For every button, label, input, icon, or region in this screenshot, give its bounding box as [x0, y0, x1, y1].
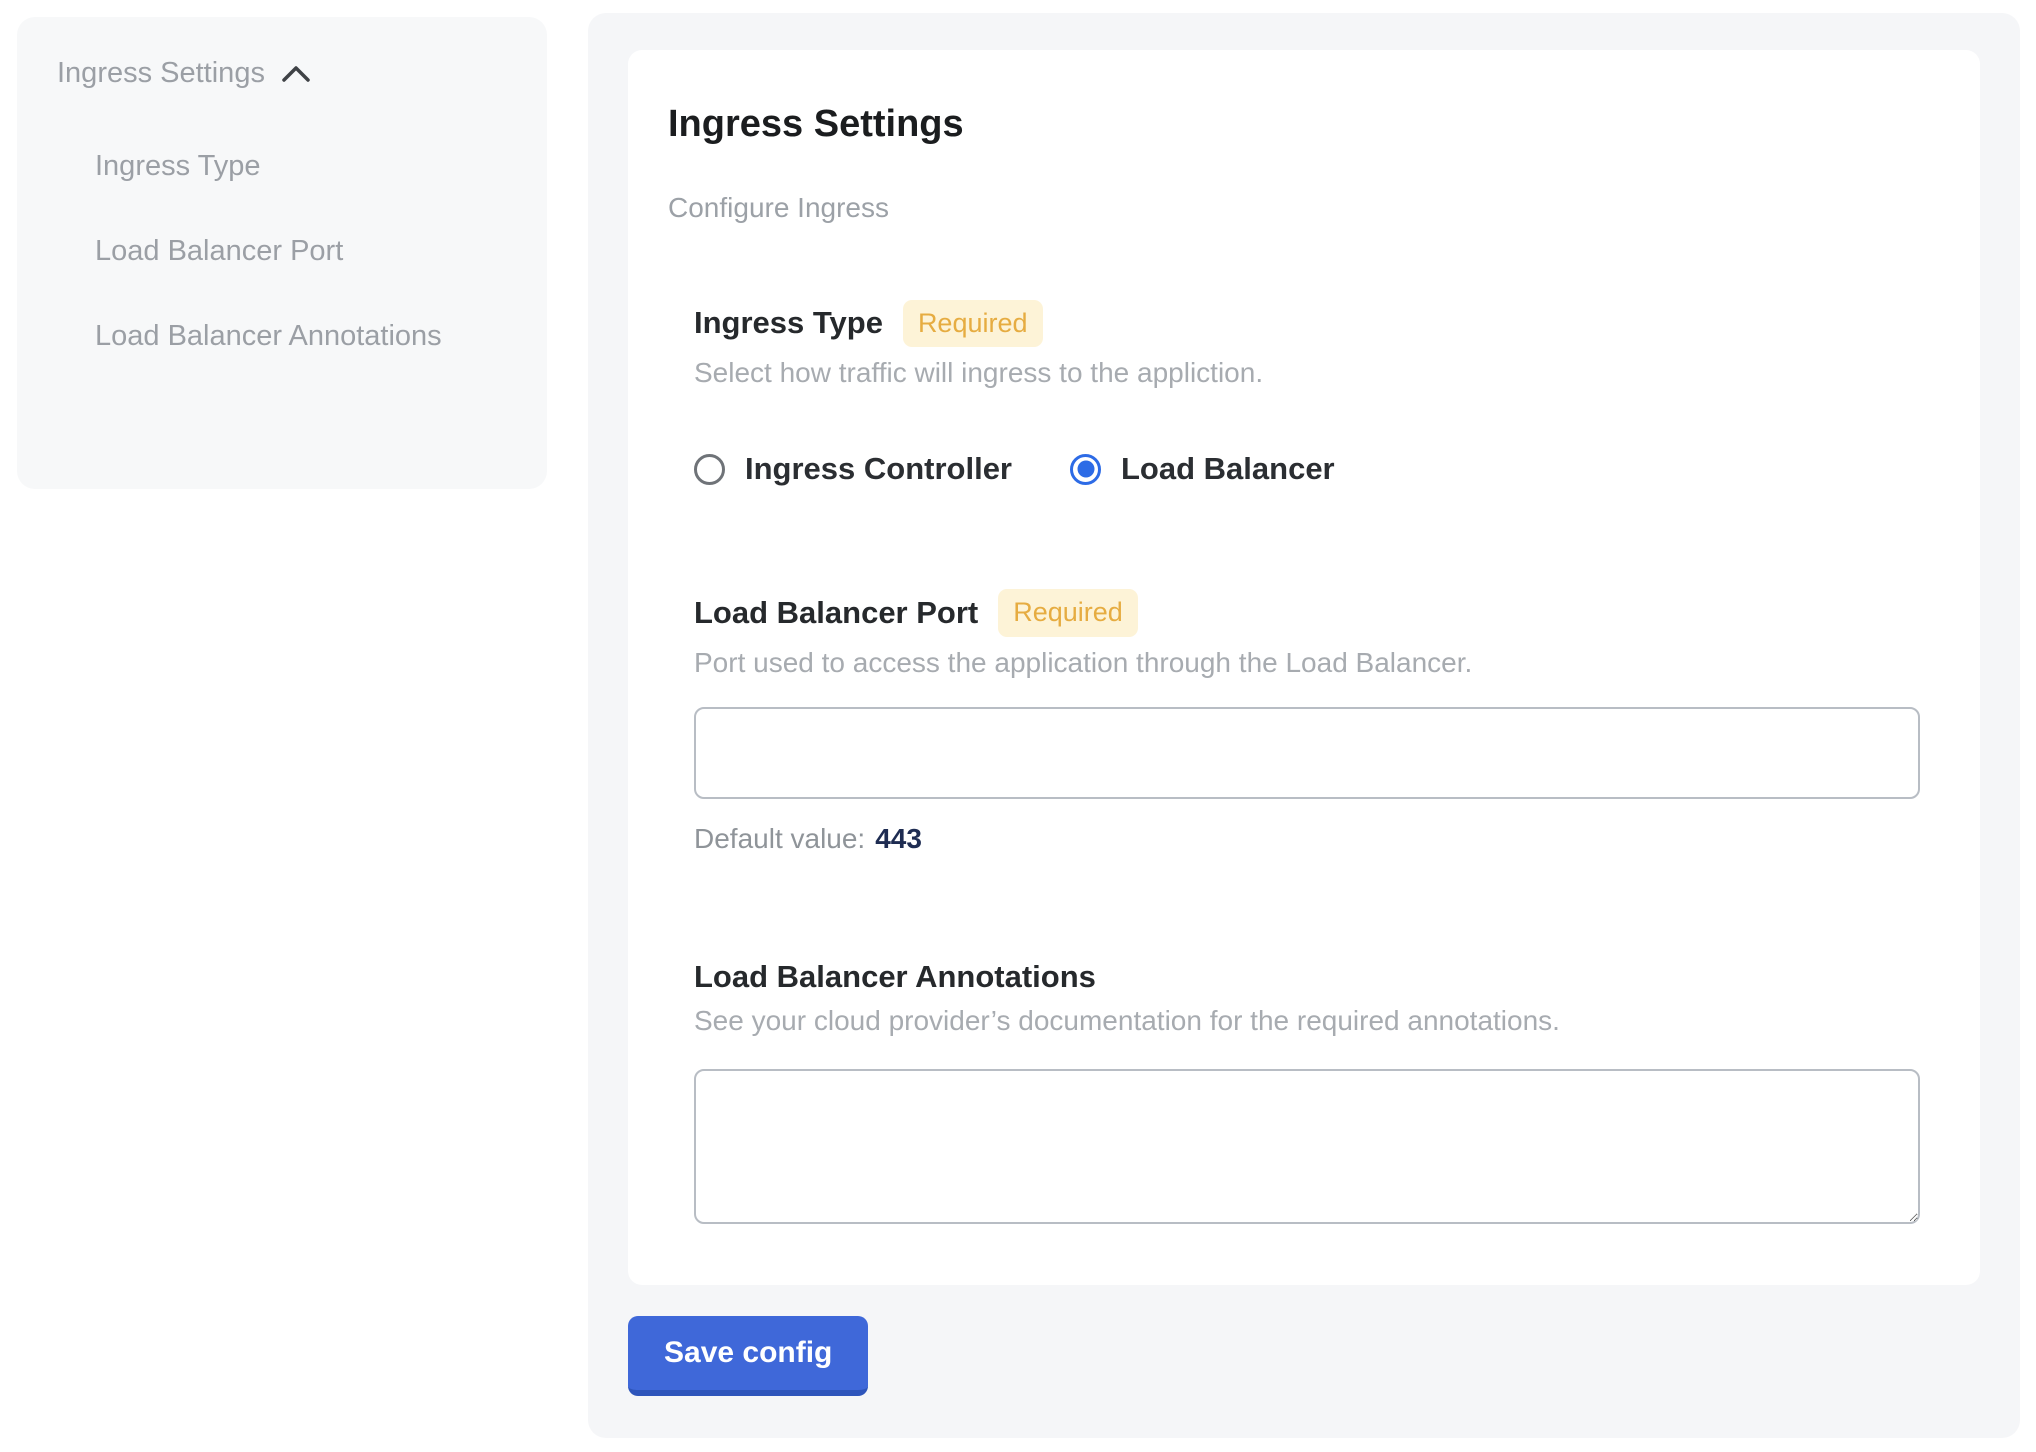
- radio-load-balancer[interactable]: [1070, 454, 1101, 485]
- radio-option-load-balancer[interactable]: Load Balancer: [1070, 451, 1335, 487]
- sidebar: Ingress Settings Ingress Type Load Balan…: [17, 17, 547, 489]
- main-panel: Ingress Settings Configure Ingress Ingre…: [588, 13, 2020, 1438]
- page-title: Ingress Settings: [668, 102, 1940, 148]
- ingress-type-radio-group: Ingress Controller Load Balancer: [694, 451, 1940, 487]
- sidebar-group-label: Ingress Settings: [57, 57, 265, 90]
- ingress-settings-card: Ingress Settings Configure Ingress Ingre…: [628, 50, 1980, 1285]
- radio-label-load-balancer: Load Balancer: [1121, 451, 1335, 487]
- radio-ingress-controller[interactable]: [694, 454, 725, 485]
- radio-label-ingress-controller: Ingress Controller: [745, 451, 1012, 487]
- load-balancer-annotations-description: See your cloud provider’s documentation …: [694, 1005, 1940, 1037]
- ingress-type-description: Select how traffic will ingress to the a…: [694, 357, 1940, 389]
- section-load-balancer-annotations: Load Balancer Annotations See your cloud…: [694, 959, 1940, 1224]
- load-balancer-annotations-label: Load Balancer Annotations: [694, 959, 1096, 995]
- load-balancer-port-label: Load Balancer Port: [694, 595, 978, 631]
- sidebar-item-ingress-type[interactable]: Ingress Type: [95, 136, 455, 196]
- required-badge: Required: [903, 300, 1043, 348]
- load-balancer-annotations-textarea[interactable]: [694, 1069, 1920, 1224]
- sidebar-item-load-balancer-port[interactable]: Load Balancer Port: [95, 221, 455, 281]
- default-value-label: Default value:: [694, 823, 865, 854]
- sidebar-item-load-balancer-annotations[interactable]: Load Balancer Annotations: [95, 306, 455, 366]
- section-load-balancer-port: Load Balancer Port Required Port used to…: [694, 589, 1940, 855]
- sidebar-group-ingress-settings[interactable]: Ingress Settings: [57, 57, 507, 90]
- load-balancer-port-input[interactable]: [694, 707, 1920, 799]
- section-ingress-type: Ingress Type Required Select how traffic…: [694, 300, 1940, 488]
- default-value: 443: [875, 823, 922, 854]
- load-balancer-port-description: Port used to access the application thro…: [694, 647, 1940, 679]
- page-subtitle: Configure Ingress: [668, 192, 1940, 224]
- default-value-row: Default value: 443: [694, 823, 1940, 855]
- sidebar-item-list: Ingress Type Load Balancer Port Load Bal…: [95, 136, 507, 366]
- chevron-up-icon: [281, 65, 311, 83]
- save-config-button[interactable]: Save config: [628, 1316, 868, 1396]
- radio-option-ingress-controller[interactable]: Ingress Controller: [694, 451, 1012, 487]
- ingress-type-label: Ingress Type: [694, 305, 883, 341]
- required-badge: Required: [998, 589, 1138, 637]
